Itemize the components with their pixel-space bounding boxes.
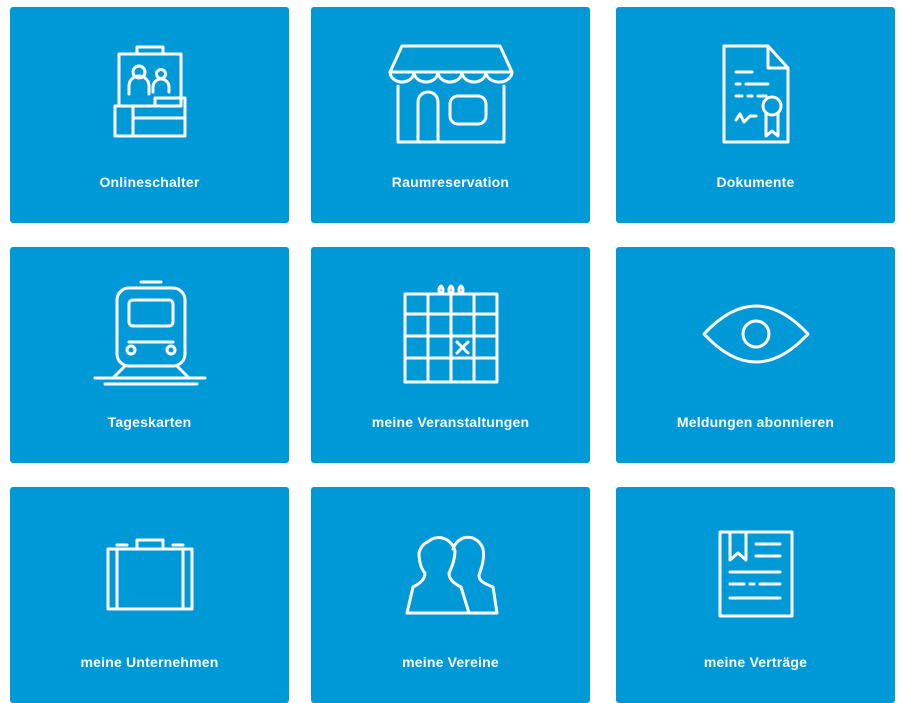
tile-dokumente[interactable]: Dokumente: [616, 7, 895, 223]
eye-icon: [616, 275, 895, 393]
tile-label: Onlineschalter: [99, 174, 200, 190]
tile-label: Meldungen abonnieren: [676, 414, 835, 430]
briefcase-icon: [10, 515, 289, 633]
tile-onlineschalter[interactable]: Onlineschalter: [10, 7, 289, 223]
tile-label: meine Unternehmen: [80, 654, 219, 670]
tile-label: Tageskarten: [107, 414, 192, 430]
tile-meine-veranstaltungen[interactable]: meine Veranstaltungen: [311, 247, 590, 463]
calendar-icon: [311, 275, 590, 393]
tile-label: Raumreservation: [391, 174, 510, 190]
document-icon: [616, 35, 895, 153]
tile-label: meine Vereine: [402, 654, 499, 670]
tile-label: Dokumente: [716, 174, 795, 190]
tile-meine-vertraege[interactable]: meine Verträge: [616, 487, 895, 703]
tile-tageskarten[interactable]: Tageskarten: [10, 247, 289, 463]
people-icon: [311, 515, 590, 633]
tile-meine-vereine[interactable]: meine Vereine: [311, 487, 590, 703]
counter-icon: [10, 35, 289, 153]
tile-meldungen-abonnieren[interactable]: Meldungen abonnieren: [616, 247, 895, 463]
shop-icon: [311, 35, 590, 153]
tile-label: meine Veranstaltungen: [371, 414, 530, 430]
contract-icon: [616, 515, 895, 633]
train-icon: [10, 275, 289, 393]
tile-raumreservation[interactable]: Raumreservation: [311, 7, 590, 223]
tile-meine-unternehmen[interactable]: meine Unternehmen: [10, 487, 289, 703]
tile-label: meine Verträge: [703, 654, 808, 670]
